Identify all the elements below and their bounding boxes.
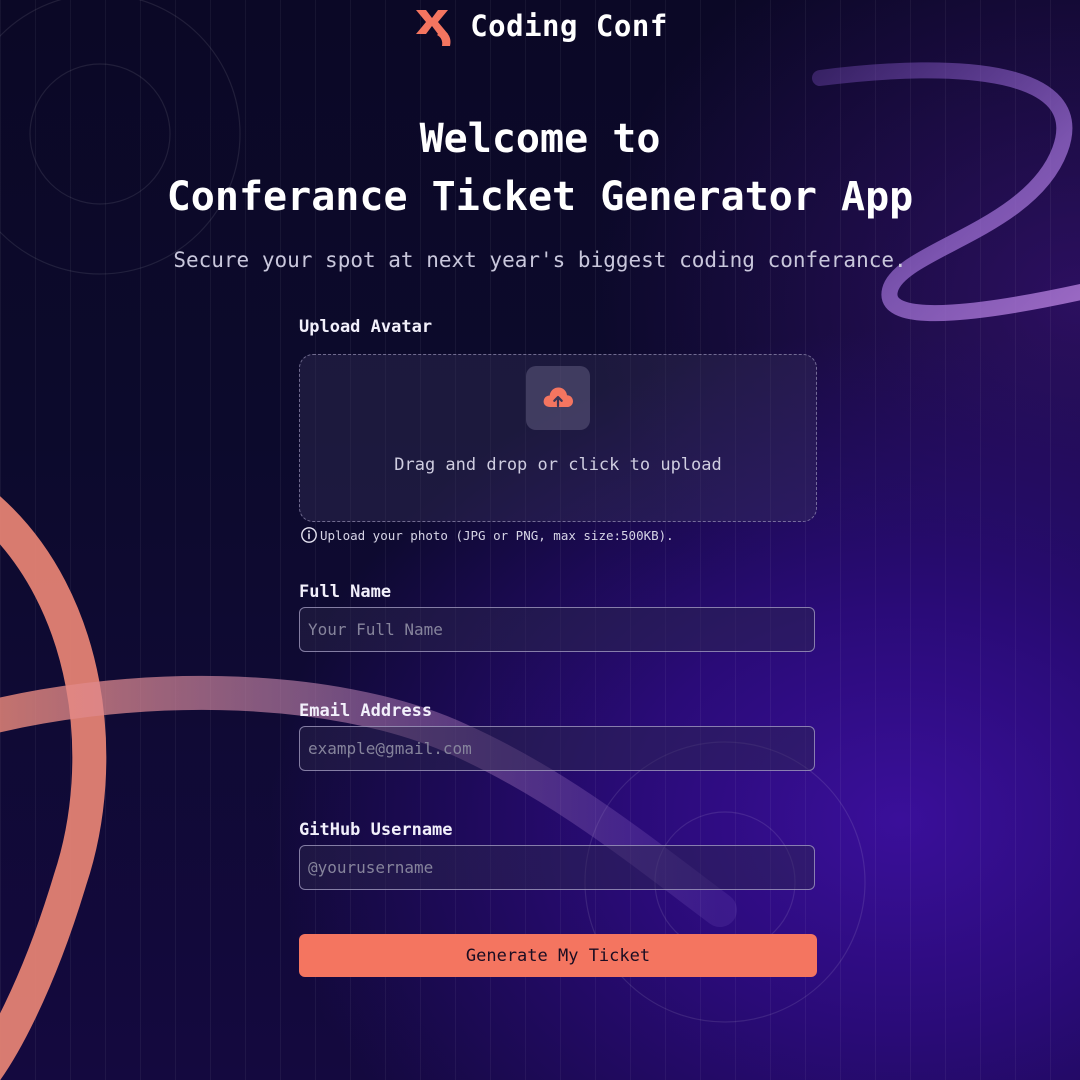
page-title-line-2: Conferance Ticket Generator App [166,174,914,220]
email-field: Email Address [299,700,817,771]
upload-hint: Upload your photo (JPG or PNG, max size:… [300,526,674,544]
email-label: Email Address [299,701,433,721]
page-subtitle: Secure your spot at next year's biggest … [173,248,907,272]
avatar-dropzone[interactable]: Drag and drop or click to upload [299,354,817,522]
upload-hint-text: Upload your photo (JPG or PNG, max size:… [320,527,674,543]
generate-ticket-button[interactable]: Generate My Ticket [299,934,817,977]
full-name-field: Full Name [299,581,817,652]
brand-name: Coding Conf [470,9,668,43]
github-label: GitHub Username [299,820,453,840]
dropzone-instructions: Drag and drop or click to upload [394,455,722,475]
ticket-form: Upload Avatar Drag and drop or click to … [299,316,817,977]
email-input[interactable] [299,726,815,771]
upload-avatar-label: Upload Avatar [299,317,433,337]
full-name-label: Full Name [299,582,392,602]
full-name-input[interactable] [299,607,815,652]
hero-section: Welcome to Conferance Ticket Generator A… [0,110,1080,272]
page-title-line-1: Welcome to [419,116,661,162]
upload-icon-tile [526,366,590,430]
brand-mark-icon [416,10,451,46]
decor-arc-left [0,496,107,1080]
brand-logo: Coding Conf [0,4,1080,48]
info-icon [301,527,317,543]
page-title: Welcome to Conferance Ticket Generator A… [0,110,1080,226]
github-field: GitHub Username [299,819,817,890]
cloud-upload-icon [543,387,573,408]
github-username-input[interactable] [299,845,815,890]
